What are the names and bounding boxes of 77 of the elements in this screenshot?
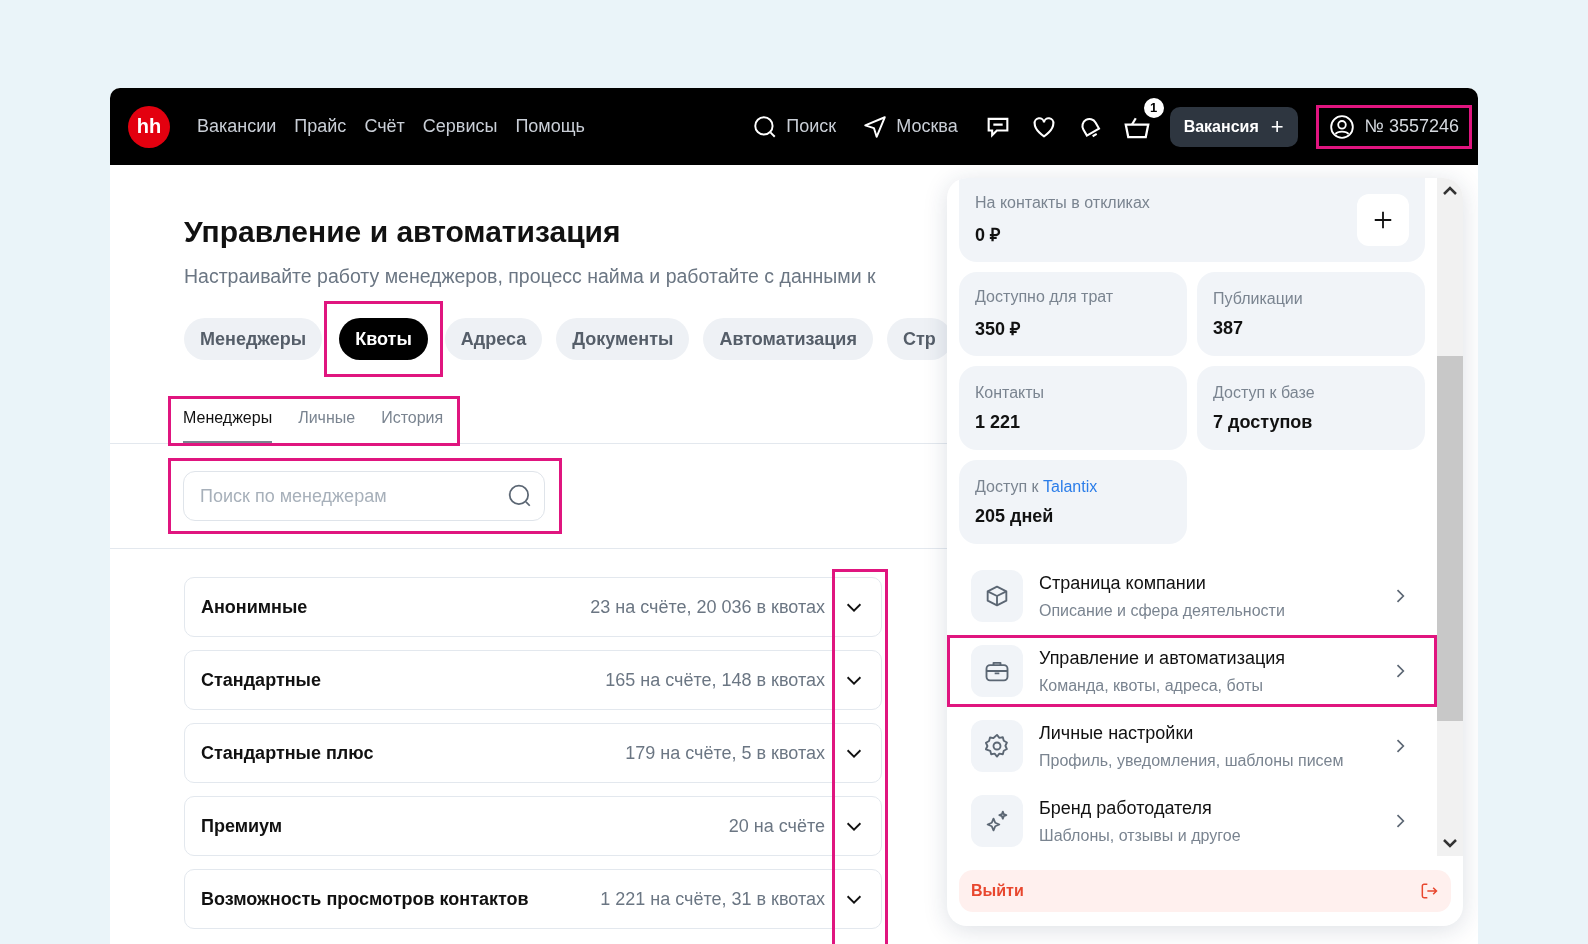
sub-tab[interactable]: История — [381, 403, 444, 443]
scrollbar-thumb[interactable] — [1437, 356, 1463, 721]
search-button[interactable]: Поиск — [752, 113, 837, 140]
menu-item-title: Страница компании — [1039, 572, 1207, 594]
quota-summary: 20 на счёте — [728, 815, 825, 837]
nav-link[interactable]: Вакансии — [197, 116, 277, 137]
menu-item-subtitle: Профиль, уведомления, шаблоны писем — [1039, 751, 1345, 770]
add-button[interactable] — [1357, 194, 1409, 246]
menu-item[interactable]: Управление и автоматизация Команда, квоты, адреса, боты — [947, 635, 1437, 707]
card-label: Доступно для трат — [975, 288, 1115, 306]
logout-button[interactable]: Выйти — [959, 870, 1451, 912]
scroll-down-icon[interactable] — [1442, 838, 1458, 850]
menu-item[interactable]: Личные настройки Профиль, уведомления, шаблоны писем — [947, 710, 1437, 782]
page-title: Управление и автоматизация — [184, 215, 622, 249]
quota-summary: 179 на счёте, 5 в квотах — [625, 742, 825, 764]
user-icon — [1328, 113, 1355, 140]
sub-tab[interactable]: Менеджеры — [183, 403, 273, 443]
scrollbar[interactable] — [1437, 178, 1463, 856]
search-icon[interactable] — [507, 483, 533, 509]
briefcase-icon — [971, 645, 1023, 697]
talantix-link[interactable]: Talantix — [1043, 477, 1098, 495]
quota-name: Стандартные — [201, 669, 321, 691]
nav-link[interactable]: Сервисы — [422, 116, 498, 137]
page-subtitle: Настраивайте работу менеджеров, процесс найма и работайте с данными к — [184, 265, 877, 288]
quota-row[interactable]: Возможность просмотров контактов 1 221 на счёте, 31 в квотах — [184, 869, 882, 929]
quota-summary: 165 на счёте, 148 в квотах — [605, 669, 825, 691]
nav-link[interactable]: Помощь — [515, 116, 585, 137]
card-label: На контакты в откликах — [975, 194, 1150, 212]
city-button[interactable]: Москва — [862, 113, 958, 140]
menu-item-subtitle: Команда, квоты, адреса, боты — [1039, 676, 1265, 695]
quota-name: Стандартные плюс — [201, 742, 374, 764]
quota-row[interactable]: Стандартные 165 на счёте, 148 в квотах — [184, 650, 882, 710]
plus-icon — [1372, 209, 1394, 231]
quota-name: Анонимные — [201, 596, 308, 618]
search-field[interactable]: Поиск по менеджерам — [183, 471, 545, 521]
card-value: 1 221 — [975, 411, 1022, 433]
card-value: 205 дней — [975, 505, 1055, 527]
card-value: 7 доступов — [1213, 411, 1314, 433]
menu-item-subtitle: Описание и сфера деятельности — [1039, 601, 1286, 620]
quota-row[interactable]: Премиум 20 на счёте — [184, 796, 882, 856]
account-button[interactable]: № 3557246 — [1322, 111, 1465, 142]
card-label: Публикации — [1213, 289, 1304, 308]
tab[interactable]: Квоты — [339, 318, 428, 360]
nav-link[interactable]: Прайс — [294, 116, 347, 137]
cart-badge: 1 — [1141, 95, 1166, 120]
tab[interactable]: Документы — [556, 318, 690, 360]
scroll-up-icon[interactable] — [1442, 184, 1458, 196]
card-label: Доступ к базе — [1213, 383, 1316, 402]
sparkle-icon — [971, 795, 1023, 847]
logo[interactable]: hh — [128, 105, 170, 148]
menu-item-subtitle: Шаблоны, отзывы и другое — [1039, 826, 1242, 845]
tab[interactable]: Менеджеры — [184, 318, 323, 360]
logout-icon — [1419, 881, 1439, 901]
quota-row[interactable]: Стандартные плюс 179 на счёте, 5 в квотах — [184, 723, 882, 783]
menu-item-title: Управление и автоматизация — [1039, 647, 1286, 669]
nav-link[interactable]: Счёт — [364, 116, 405, 137]
quota-name: Возможность просмотров контактов — [201, 888, 529, 910]
tab[interactable]: Адреса — [444, 318, 543, 360]
card-label: Контакты — [975, 383, 1046, 402]
quota-name: Премиум — [201, 815, 283, 837]
menu-item[interactable]: Бренд работодателя Шаблоны, отзывы и другое — [947, 785, 1437, 856]
create-vacancy-button[interactable]: Вакансия + — [1169, 106, 1298, 147]
menu-item-title: Бренд работодателя — [1039, 797, 1213, 819]
location-arrow-icon — [862, 113, 889, 140]
card-value: 350 ₽ — [975, 318, 1022, 340]
card-label: Доступ к Talantix — [975, 477, 1099, 496]
menu-item[interactable]: Страница компании Описание и сфера деятельности — [947, 560, 1437, 632]
gear-icon — [971, 720, 1023, 772]
card-value: 0 ₽ — [975, 224, 1001, 246]
menu-item-title: Личные настройки — [1039, 722, 1195, 744]
quota-summary: 23 на счёте, 20 036 в квотах — [590, 596, 825, 618]
quota-summary: 1 221 на счёте, 31 в квотах — [600, 888, 825, 910]
cube-icon — [971, 570, 1023, 622]
sub-tab[interactable]: Личные — [298, 403, 356, 443]
tab[interactable]: Автоматизация — [703, 318, 873, 360]
card-value: 387 — [1213, 317, 1245, 339]
quota-row[interactable]: Анонимные 23 на счёте, 20 036 в квотах — [184, 577, 882, 637]
